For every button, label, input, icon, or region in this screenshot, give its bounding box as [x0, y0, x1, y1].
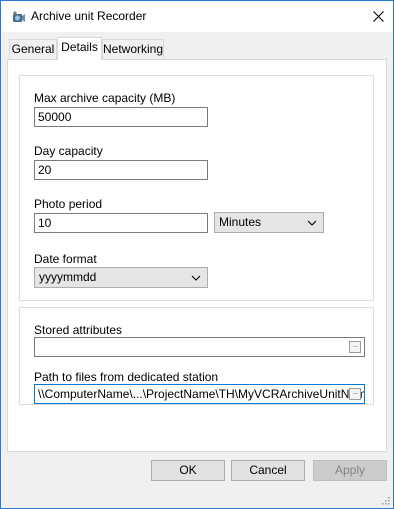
title-bar: Archive unit Recorder — [1, 1, 393, 32]
path-input[interactable]: \\ComputerName\...\ProjectName\TH\MyVCRA… — [34, 384, 365, 404]
photo-period-label: Photo period — [34, 197, 103, 211]
stored-attributes-input[interactable] — [34, 337, 365, 357]
tab-networking-label: Networking — [103, 42, 164, 56]
photo-period-input[interactable]: 10 — [34, 213, 208, 233]
photo-period-unit-select[interactable]: Minutes — [214, 212, 324, 233]
cancel-button[interactable]: Cancel — [231, 460, 305, 481]
max-capacity-input[interactable]: 50000 — [34, 107, 208, 127]
close-icon — [372, 11, 384, 22]
ellipsis-icon: ... — [352, 342, 358, 349]
path-browse-button[interactable]: ... — [349, 388, 361, 400]
details-tab-panel: Max archive capacity (MB) 50000 Day capa… — [7, 59, 387, 452]
tab-details-label: Details — [61, 40, 98, 54]
max-capacity-label: Max archive capacity (MB) — [34, 91, 176, 105]
close-button[interactable] — [363, 1, 393, 32]
ok-button[interactable]: OK — [151, 460, 225, 481]
day-capacity-input[interactable]: 20 — [34, 160, 208, 180]
window-title: Archive unit Recorder — [31, 9, 147, 23]
date-format-value: yyyymmdd — [39, 270, 97, 284]
tab-networking[interactable]: Networking — [102, 39, 164, 59]
tab-general-label: General — [11, 42, 55, 56]
ellipsis-icon: ... — [352, 389, 358, 396]
capacity-settings-group: Max archive capacity (MB) 50000 Day capa… — [19, 75, 374, 301]
date-format-select[interactable]: yyyymmdd — [34, 267, 208, 288]
day-capacity-label: Day capacity — [34, 144, 103, 158]
path-label: Path to files from dedicated station — [34, 370, 219, 384]
apply-button[interactable]: Apply — [313, 460, 387, 481]
recorder-app-icon — [13, 11, 25, 22]
resize-grip-icon[interactable] — [380, 495, 390, 505]
chevron-down-icon — [191, 275, 201, 281]
photo-period-unit-value: Minutes — [219, 215, 262, 229]
storage-path-group: Stored attributes ... Path to files from… — [19, 307, 374, 405]
stored-attributes-browse-button[interactable]: ... — [349, 341, 361, 353]
stored-attributes-label: Stored attributes — [34, 323, 123, 337]
chevron-down-icon — [307, 220, 317, 226]
tab-general[interactable]: General — [9, 39, 57, 59]
tab-details[interactable]: Details — [57, 37, 102, 60]
archive-unit-recorder-dialog: Archive unit Recorder General Details Ne… — [0, 0, 394, 509]
date-format-label: Date format — [34, 252, 97, 266]
